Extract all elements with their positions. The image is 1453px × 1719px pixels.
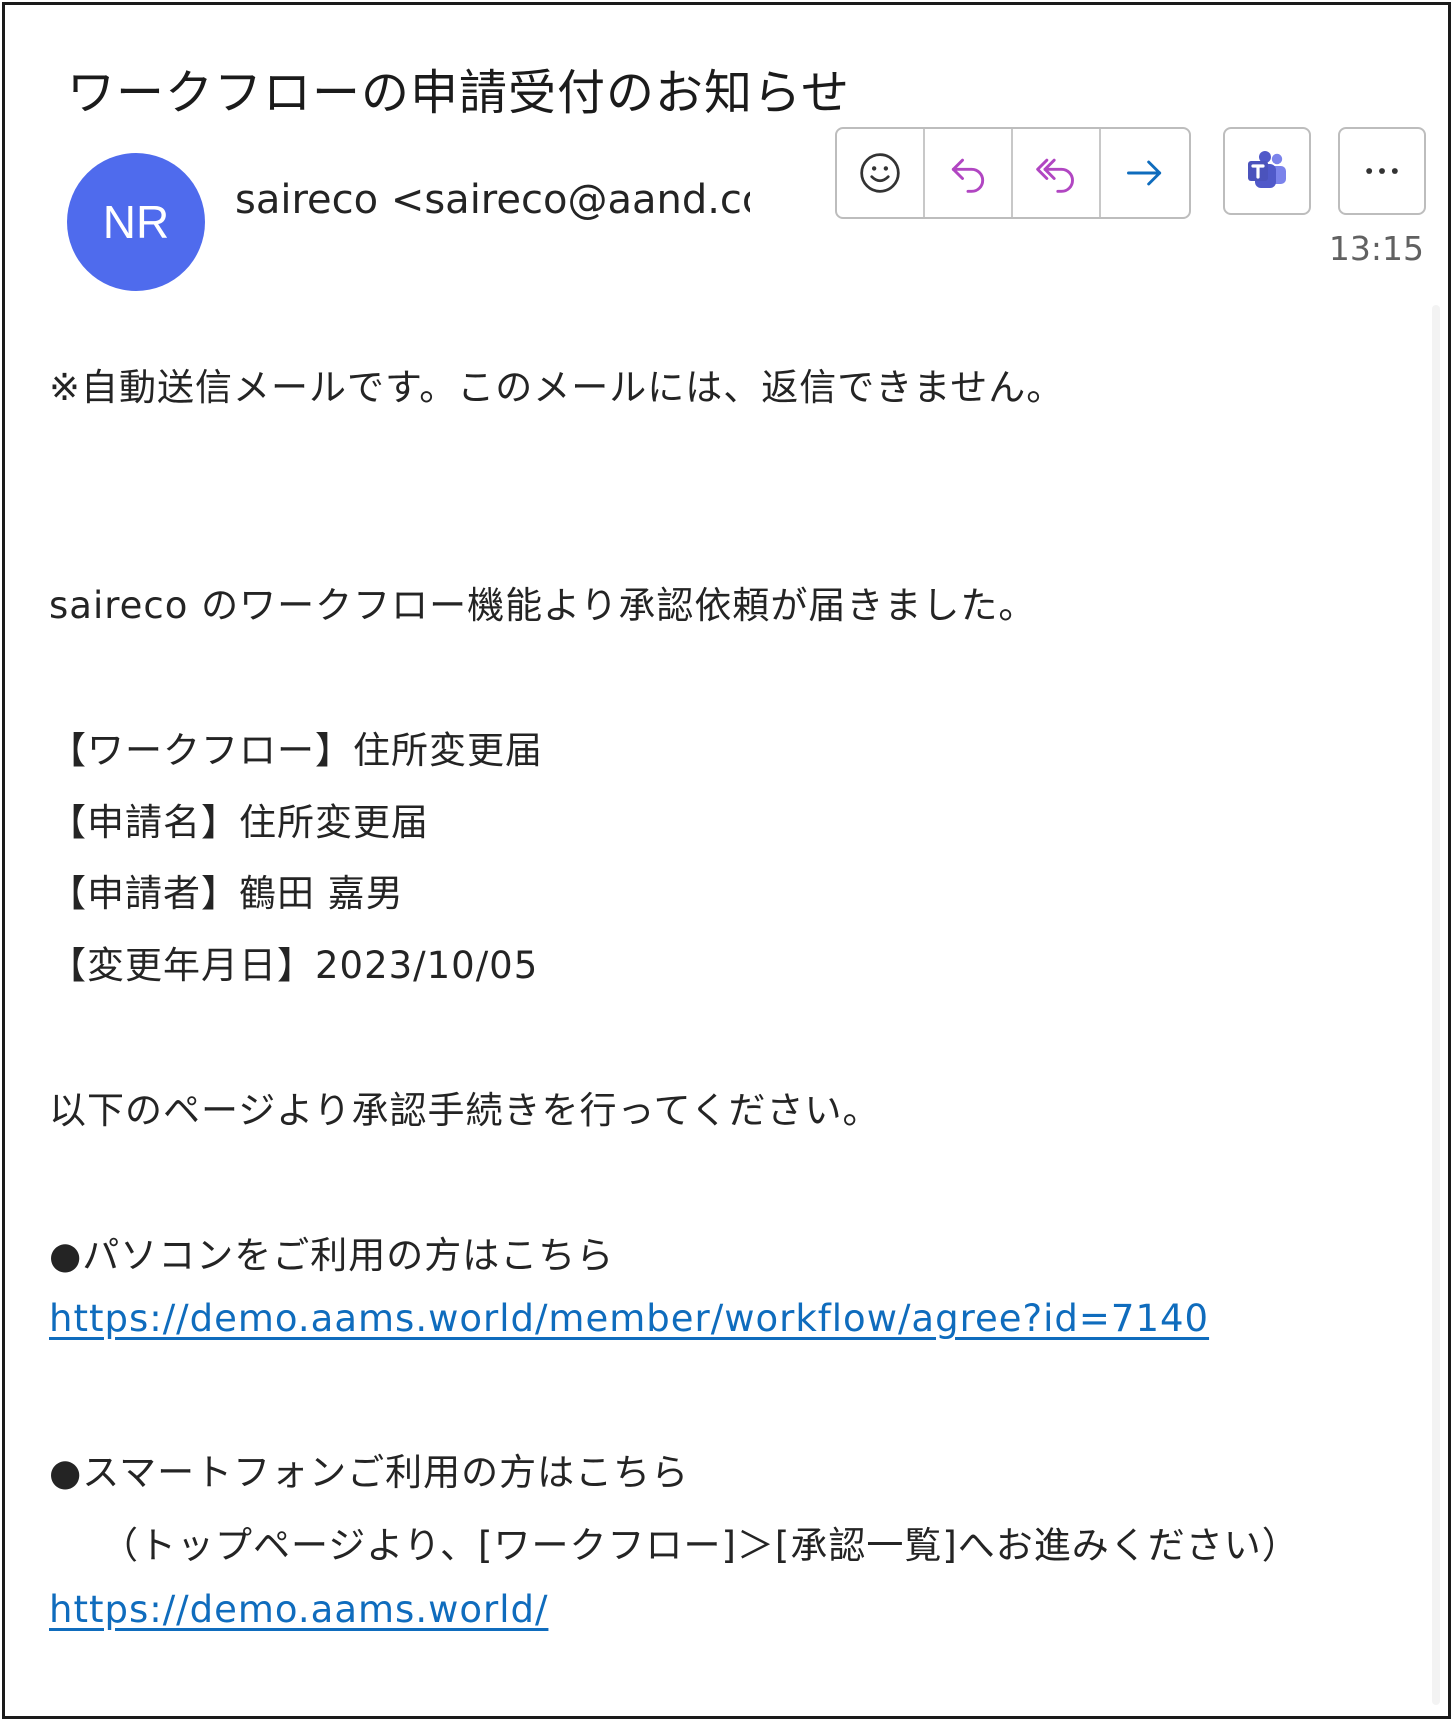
- workflow-line: 【ワークフロー】住所変更届: [49, 729, 543, 772]
- forward-icon: [1127, 160, 1162, 186]
- message-action-group: [835, 127, 1191, 219]
- reply-all-button[interactable]: [1013, 129, 1101, 217]
- received-time: 13:15: [1328, 229, 1424, 268]
- pc-approval-link[interactable]: https://demo.aams.world/member/workflow/…: [49, 1297, 1209, 1340]
- more-actions-button[interactable]: [1338, 127, 1426, 215]
- intro-text: saireco のワークフロー機能より承認依頼が届きました。: [49, 584, 1037, 627]
- avatar-initials: NR: [102, 196, 170, 248]
- reply-all-icon: [1036, 158, 1074, 193]
- reply-icon: [951, 158, 985, 193]
- pc-heading: ●パソコンをご利用の方はこちら: [49, 1234, 615, 1277]
- forward-button[interactable]: [1101, 129, 1189, 217]
- auto-send-notice: ※自動送信メールです。このメールには、返信できません。: [49, 366, 1065, 409]
- smartphone-heading: ●スマートフォンご利用の方はこちら: [49, 1451, 690, 1494]
- sender-avatar[interactable]: NR: [67, 153, 205, 291]
- instruction-text: 以下のページより承認手続きを行ってください。: [49, 1089, 881, 1132]
- reply-button[interactable]: [925, 129, 1013, 217]
- more-icon: [1366, 168, 1398, 174]
- request-name-line: 【申請名】住所変更届: [49, 801, 429, 844]
- emoji-icon: [860, 153, 900, 193]
- teams-share-button[interactable]: [1223, 127, 1311, 215]
- reading-pane-scrollbar[interactable]: [1432, 305, 1440, 1705]
- change-date-line: 【変更年月日】2023/10/05: [49, 944, 539, 987]
- email-reading-pane: ワークフローの申請受付のお知らせ NR saireco <saireco@aan…: [2, 2, 1451, 1719]
- sender-address[interactable]: saireco <saireco@aand.cc: [235, 177, 750, 223]
- emoji-reaction-button[interactable]: [837, 129, 925, 217]
- smartphone-note: （トップページより、[ワークフロー]＞[承認一覧]へお進みください）: [101, 1524, 1300, 1567]
- smartphone-top-link[interactable]: https://demo.aams.world/: [49, 1588, 548, 1631]
- applicant-line: 【申請者】鶴田 嘉男: [49, 872, 404, 915]
- teams-icon: [1248, 151, 1286, 188]
- email-subject: ワークフローの申請受付のお知らせ: [67, 65, 851, 121]
